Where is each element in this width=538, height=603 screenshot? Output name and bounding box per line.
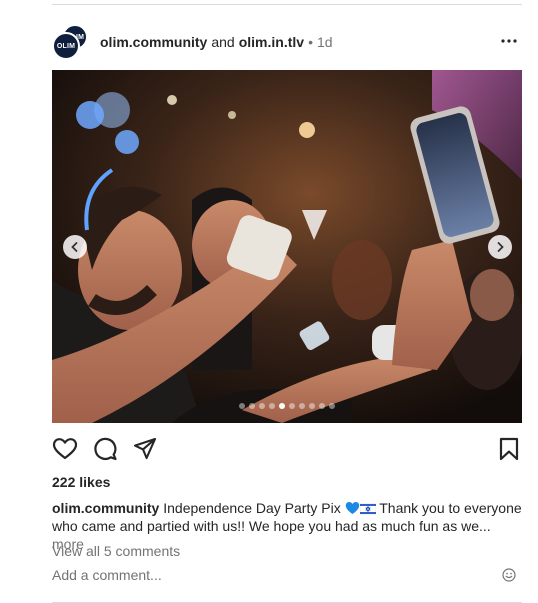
avatar-stack[interactable]: OLIM OLIM	[52, 24, 90, 60]
carousel-dot	[259, 403, 265, 409]
more-horizontal-icon[interactable]	[500, 32, 518, 50]
separator-dot: •	[308, 34, 313, 50]
speech-bubble-icon[interactable]	[92, 436, 118, 462]
username-link[interactable]: olim.community	[100, 34, 207, 50]
chevron-right-icon	[497, 242, 504, 252]
next-photo-button[interactable]	[488, 235, 512, 259]
heart-icon[interactable]	[52, 436, 78, 462]
carousel-indicator	[52, 403, 522, 409]
carousel-dot	[319, 403, 325, 409]
carousel-dot	[249, 403, 255, 409]
carousel-dot	[299, 403, 305, 409]
avatar-logo-text: OLIM	[56, 42, 76, 50]
view-all-comments-link[interactable]: View all 5 comments	[52, 543, 180, 559]
like-count[interactable]: 222 likes	[52, 474, 110, 490]
action-bar	[52, 436, 522, 462]
previous-photo-button[interactable]	[63, 235, 87, 259]
carousel-dot	[269, 403, 275, 409]
top-divider	[52, 4, 522, 5]
chevron-left-icon	[71, 242, 78, 252]
avatar[interactable]: OLIM	[52, 32, 80, 60]
post-timestamp[interactable]: 1d	[317, 34, 333, 50]
add-comment-row	[52, 567, 522, 587]
blue-heart-emoji-icon	[345, 502, 359, 514]
connector-text: and	[211, 34, 235, 50]
paper-plane-icon[interactable]	[132, 436, 158, 462]
party-selfie-image	[52, 70, 522, 423]
carousel-dot	[289, 403, 295, 409]
collaborator-username-link[interactable]: olim.in.tlv	[239, 34, 304, 50]
carousel-dot	[309, 403, 315, 409]
post-photo[interactable]	[52, 70, 522, 423]
carousel-dot	[329, 403, 335, 409]
carousel-dot	[239, 403, 245, 409]
carousel-dot	[279, 403, 285, 409]
israel-flag-emoji-icon	[359, 503, 376, 515]
caption-text-start: Independence Day Party Pix	[159, 500, 341, 516]
comment-input[interactable]	[52, 567, 472, 583]
smiley-icon[interactable]	[502, 568, 516, 582]
bookmark-icon[interactable]	[496, 436, 522, 462]
post-header: OLIM OLIM olim.community and olim.in.tlv…	[52, 24, 522, 60]
caption-username-link[interactable]: olim.community	[52, 500, 159, 516]
